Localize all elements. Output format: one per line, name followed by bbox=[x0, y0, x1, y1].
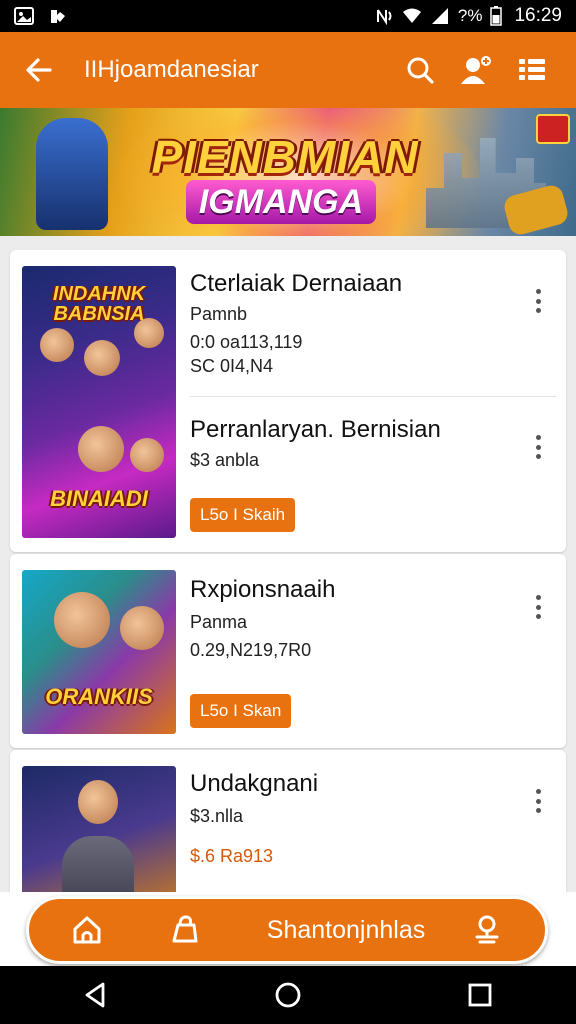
thumbnail-character bbox=[130, 438, 164, 472]
promo-banner[interactable]: PIENBMIAN IGMANGA bbox=[0, 108, 576, 236]
more-options-button[interactable] bbox=[528, 786, 548, 816]
signal-icon bbox=[431, 8, 448, 24]
list-item[interactable]: INDAHNK BABNSIA BINAIADI Cterlaiak Derna… bbox=[10, 250, 566, 552]
more-options-button[interactable] bbox=[528, 592, 548, 622]
list-item[interactable]: ORANKIIS Rxpionsnaaih Panma 0.29,N219,7R… bbox=[10, 554, 566, 748]
page-title: IIHjoamdanesiar bbox=[84, 56, 259, 83]
battery-icon bbox=[490, 6, 503, 26]
banner-title-line1: PIENBMIAN bbox=[151, 131, 419, 183]
list-item[interactable]: Undakgnani $3.nlla $.6 Ra913 bbox=[10, 750, 566, 892]
item-detail: 0:0 oa113,119 bbox=[190, 332, 303, 352]
clock: 16:29 bbox=[514, 5, 562, 26]
grid-menu-icon bbox=[519, 59, 545, 80]
profile-button[interactable] bbox=[448, 47, 504, 93]
banner-badge bbox=[536, 114, 570, 144]
thumbnail-character bbox=[40, 328, 74, 362]
item-price: $.6 Ra913 bbox=[190, 846, 274, 866]
user-add-icon bbox=[461, 56, 491, 84]
thumbnail-character bbox=[78, 426, 124, 472]
bottom-nav: Shantonjnhlas bbox=[26, 896, 548, 964]
shop-nav-button[interactable] bbox=[155, 900, 215, 960]
banner-title-line2: IGMANGA bbox=[186, 180, 376, 224]
app-notification-icon bbox=[51, 10, 65, 23]
app-bar: IIHjoamdanesiar bbox=[0, 32, 576, 108]
thumbnail-caption-bottom: BINAIADI bbox=[50, 486, 148, 511]
item-detail: 0.29,N219,7R0 bbox=[190, 640, 312, 660]
divider bbox=[190, 396, 556, 397]
shopping-bag-icon bbox=[172, 915, 198, 943]
search-button[interactable] bbox=[392, 47, 448, 93]
bottom-nav-label[interactable]: Shantonjnhlas bbox=[235, 916, 457, 945]
system-navigation-bar bbox=[0, 966, 576, 1024]
item-subtitle: Pamnb bbox=[190, 304, 248, 324]
play-button[interactable]: L5o I Skaih bbox=[190, 498, 296, 532]
item-detail: SC 0I4,N4 bbox=[190, 356, 274, 376]
banner-hero-figure bbox=[36, 118, 108, 230]
back-button[interactable] bbox=[16, 47, 62, 93]
battery-percent: ?% bbox=[457, 6, 483, 25]
thumbnail-caption-bottom: ORANKIIS bbox=[45, 684, 153, 709]
thumbnail-character bbox=[120, 606, 164, 650]
wifi-icon bbox=[402, 8, 421, 23]
game-thumbnail[interactable]: INDAHNK BABNSIA BINAIADI bbox=[22, 266, 176, 538]
status-bar: ?% 16:29 bbox=[0, 0, 576, 32]
nfc-icon bbox=[376, 9, 392, 25]
item-title: Rxpionsnaaih bbox=[190, 576, 336, 603]
thumbnail-character bbox=[78, 780, 118, 824]
thumbnail-character bbox=[54, 592, 110, 648]
search-icon bbox=[407, 57, 434, 84]
thumbnail-character bbox=[84, 340, 120, 376]
game-thumbnail[interactable]: ORANKIIS bbox=[22, 570, 176, 734]
account-icon bbox=[475, 915, 499, 944]
item-subtitle: $3 anbla bbox=[190, 450, 260, 470]
item-title: Undakgnani bbox=[190, 770, 319, 797]
square-recents-icon[interactable] bbox=[465, 980, 495, 1010]
home-icon bbox=[73, 916, 101, 944]
thumbnail-character bbox=[62, 836, 134, 892]
menu-button[interactable] bbox=[504, 47, 560, 93]
circle-home-icon[interactable] bbox=[273, 980, 303, 1010]
triangle-back-icon[interactable] bbox=[81, 980, 111, 1010]
account-nav-button[interactable] bbox=[457, 900, 517, 960]
item-subtitle: $3.nlla bbox=[190, 806, 244, 826]
item-title: Perranlaryan. Bernisian bbox=[190, 416, 441, 443]
more-options-button[interactable] bbox=[528, 432, 548, 462]
play-button[interactable]: L5o I Skan bbox=[190, 694, 292, 728]
content-list: INDAHNK BABNSIA BINAIADI Cterlaiak Derna… bbox=[0, 236, 576, 892]
arrow-left-icon bbox=[26, 58, 52, 82]
game-thumbnail[interactable] bbox=[22, 766, 176, 892]
item-title: Cterlaiak Dernaiaan bbox=[190, 270, 403, 297]
gallery-notification-icon bbox=[14, 7, 34, 25]
thumbnail-character bbox=[134, 318, 164, 348]
item-subtitle: Panma bbox=[190, 612, 248, 632]
home-nav-button[interactable] bbox=[57, 900, 117, 960]
more-options-button[interactable] bbox=[528, 286, 548, 316]
